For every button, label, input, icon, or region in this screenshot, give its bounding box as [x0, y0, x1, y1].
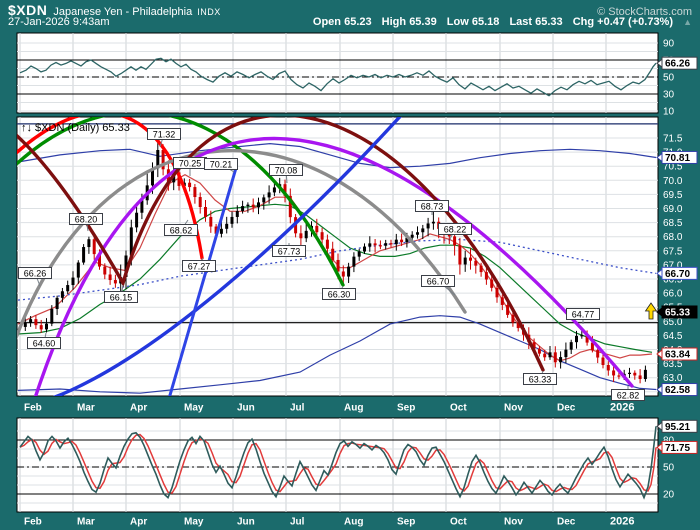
svg-text:Jun: Jun	[237, 517, 255, 528]
price-axis-callout: 66.70	[656, 266, 698, 280]
svg-text:67.73: 67.73	[278, 247, 301, 257]
high-value: 65.39	[409, 16, 437, 28]
svg-text:69.5: 69.5	[663, 190, 683, 201]
svg-text:66.70: 66.70	[427, 277, 450, 287]
low-value: 65.18	[471, 16, 500, 28]
stockcharts-window: $XDN Japanese Yen - Philadelphia INDX © …	[0, 0, 700, 530]
svg-text:Aug: Aug	[344, 517, 363, 528]
svg-text:62.58: 62.58	[665, 385, 690, 396]
svg-text:62.82: 62.82	[617, 391, 640, 401]
high-label: High	[381, 16, 407, 28]
svg-text:64.77: 64.77	[572, 310, 595, 320]
svg-text:71.5: 71.5	[663, 134, 683, 145]
stoch-d-callout: 71.75	[656, 440, 698, 454]
svg-text:Jul: Jul	[290, 517, 305, 528]
svg-text:68.62: 68.62	[170, 226, 193, 236]
svg-text:Aug: Aug	[344, 403, 363, 414]
svg-text:Oct: Oct	[450, 517, 467, 528]
svg-text:Apr: Apr	[130, 517, 147, 528]
price-legend: ↑↓ $XDN (Daily) 65.33	[21, 122, 130, 134]
svg-text:70.08: 70.08	[275, 166, 298, 176]
svg-text:66.26: 66.26	[665, 59, 690, 70]
svg-text:64.60: 64.60	[33, 339, 56, 349]
price-callout: 70.21	[204, 158, 238, 173]
svg-text:Sep: Sep	[397, 517, 415, 528]
svg-text:Mar: Mar	[77, 517, 95, 528]
svg-text:Mar: Mar	[77, 403, 95, 414]
svg-text:2026: 2026	[610, 402, 634, 414]
svg-text:Dec: Dec	[557, 403, 576, 414]
chart-canvas: Feb Mar Apr May Jun Jul Aug Sep Oct Nov Dec 2026 Feb…	[0, 30, 700, 530]
last-value: 65.33	[535, 16, 563, 28]
svg-text:69.0: 69.0	[663, 204, 683, 215]
svg-text:70.25: 70.25	[179, 159, 202, 169]
svg-text:66.30: 66.30	[328, 290, 351, 300]
svg-text:Feb: Feb	[24, 517, 42, 528]
svg-text:Jul: Jul	[290, 403, 305, 414]
svg-text:70.0: 70.0	[663, 176, 683, 187]
chg-value: +0.47 (+0.73%)	[597, 16, 674, 28]
svg-text:Oct: Oct	[450, 403, 467, 414]
svg-text:66.70: 66.70	[665, 269, 690, 280]
quote-strip: Open 65.23 High 65.39 Low 65.18 Last 65.…	[313, 16, 692, 28]
price-axis-callout: 70.81	[656, 150, 698, 164]
svg-text:30: 30	[663, 90, 675, 101]
open-label: Open	[312, 16, 342, 28]
svg-text:66.0: 66.0	[663, 289, 683, 300]
svg-text:68.20: 68.20	[75, 215, 98, 225]
price-axis-callout: 62.58	[656, 383, 698, 397]
svg-text:71.32: 71.32	[153, 130, 176, 140]
svg-text:Dec: Dec	[557, 517, 576, 528]
svg-text:70.21: 70.21	[210, 160, 233, 170]
svg-text:Sep: Sep	[397, 403, 415, 414]
svg-text:May: May	[184, 403, 204, 414]
price-callout: 63.33	[523, 370, 557, 385]
svg-text:68.22: 68.22	[444, 225, 467, 235]
svg-text:Apr: Apr	[130, 403, 147, 414]
stoch-k-callout: 95.21	[656, 419, 698, 433]
svg-text:2026: 2026	[610, 516, 634, 528]
svg-text:Feb: Feb	[24, 403, 42, 414]
svg-text:95.21: 95.21	[665, 422, 690, 433]
svg-text:10: 10	[663, 107, 675, 118]
price-callout: 67.27	[182, 257, 216, 272]
price-callout: 66.30	[322, 285, 356, 300]
price-axis-callout: 65.33	[656, 305, 698, 319]
svg-text:68.73: 68.73	[421, 202, 444, 212]
svg-text:68.0: 68.0	[663, 232, 683, 243]
svg-text:Nov: Nov	[504, 403, 523, 414]
svg-text:65.33: 65.33	[665, 307, 690, 318]
svg-text:Nov: Nov	[504, 517, 523, 528]
svg-text:May: May	[184, 517, 204, 528]
chart-header: $XDN Japanese Yen - Philadelphia INDX © …	[0, 0, 700, 30]
svg-text:70.81: 70.81	[665, 153, 690, 164]
svg-text:64.5: 64.5	[663, 331, 683, 342]
svg-text:67.27: 67.27	[188, 262, 211, 272]
svg-text:63.33: 63.33	[529, 375, 552, 385]
quote-datetime: 27-Jan-2026 9:43am	[8, 16, 110, 28]
chg-up-arrow-icon: ▲	[683, 17, 692, 27]
rsi-value-callout: 66.26	[656, 56, 698, 70]
chg-label: Chg	[572, 16, 595, 28]
svg-text:50: 50	[663, 463, 675, 474]
svg-text:66.26: 66.26	[24, 269, 47, 279]
low-label: Low	[446, 16, 469, 28]
price-callout: 67.73	[272, 243, 306, 257]
svg-text:20: 20	[663, 490, 675, 501]
svg-text:71.75: 71.75	[665, 443, 690, 454]
price-axis-callout: 63.84	[656, 347, 698, 361]
svg-text:90: 90	[663, 39, 675, 50]
svg-text:Jun: Jun	[237, 403, 255, 414]
svg-text:67.5: 67.5	[663, 246, 683, 257]
svg-text:68.5: 68.5	[663, 218, 683, 229]
svg-text:63.0: 63.0	[663, 373, 683, 384]
svg-text:66.15: 66.15	[110, 293, 133, 303]
svg-text:63.84: 63.84	[665, 350, 690, 361]
last-label: Last	[509, 16, 533, 28]
open-value: 65.23	[344, 16, 372, 28]
svg-text:50: 50	[663, 73, 675, 84]
svg-text:63.5: 63.5	[663, 359, 683, 370]
